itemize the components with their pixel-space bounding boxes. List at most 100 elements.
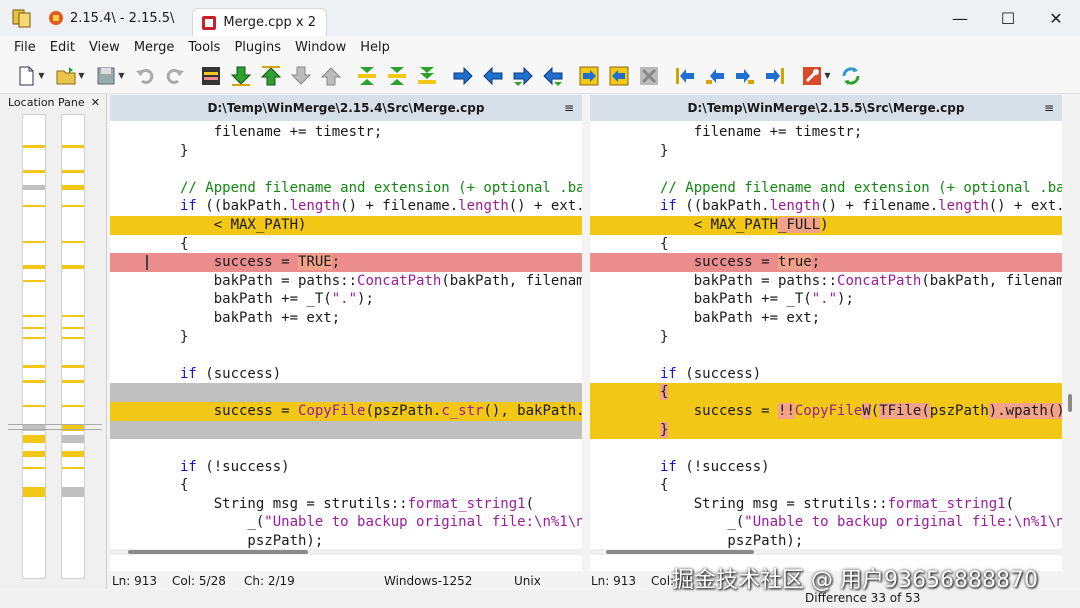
copy-to-right-button[interactable] (732, 63, 758, 89)
arrow-left-advance-icon (543, 66, 563, 86)
arrow-left-blue-icon (483, 66, 503, 85)
close-button[interactable]: ✕ (1032, 0, 1080, 36)
new-button[interactable]: ▼ (12, 63, 48, 89)
code-line: } (660, 328, 669, 345)
menu-tools[interactable]: Tools (181, 40, 227, 55)
arrow-up-green-icon (260, 65, 282, 85)
tab-folder-compare[interactable]: 2.15.4\ - 2.15.5\ (40, 4, 184, 32)
code-line-diff-selected: success = TRUE; (110, 253, 582, 272)
arrow-to-left-icon (706, 68, 724, 84)
copy-left-advance-button[interactable] (540, 63, 566, 89)
new-document-icon (19, 66, 34, 85)
options-button[interactable]: ▼ (798, 63, 834, 89)
left-diff-pane[interactable]: D:\Temp\WinMerge\2.15.4\Src\Merge.cpp ≡ … (110, 95, 582, 571)
copy-all-right-button[interactable] (576, 63, 602, 89)
code-line: pszPath); (180, 533, 324, 549)
menu-merge[interactable]: Merge (127, 40, 182, 55)
wrench-icon (803, 66, 822, 85)
code-line: bakPath = paths::ConcatPath(bakPath, fil… (180, 272, 582, 289)
last-difference-button[interactable] (414, 63, 440, 89)
text-caret (146, 255, 148, 271)
refresh-button[interactable] (838, 63, 864, 89)
prev-diff-up-button[interactable] (258, 63, 284, 89)
first-difference-button[interactable] (354, 63, 380, 89)
menu-bar: File Edit View Merge Tools Plugins Windo… (0, 36, 1080, 58)
code-line: pszPath); (660, 533, 804, 549)
undo-button[interactable] (132, 63, 158, 89)
right-horizontal-scrollbar[interactable] (590, 549, 1062, 555)
right-file-path-header: D:\Temp\WinMerge\2.15.5\Src\Merge.cpp ≡ (590, 95, 1062, 121)
menu-plugins[interactable]: Plugins (227, 40, 288, 55)
location-bar-right[interactable] (61, 114, 85, 579)
right-pane-menu-icon[interactable]: ≡ (1044, 101, 1054, 115)
location-pane-title: Location Pane (8, 95, 85, 109)
menu-view[interactable]: View (82, 40, 127, 55)
current-difference-button[interactable] (384, 63, 410, 89)
code-line: if (success) (660, 365, 762, 382)
open-button[interactable]: ▼ (52, 63, 88, 89)
left-status-line: Ln: 913 (112, 574, 158, 588)
filter-button[interactable] (198, 63, 224, 89)
left-bar-arrow-icon (676, 67, 694, 84)
all-left-icon (609, 66, 629, 85)
title-bar: 2.15.4\ - 2.15.5\ Merge.cpp x 2 — ☐ ✕ (0, 0, 1080, 36)
copy-all-left-button[interactable] (606, 63, 632, 89)
save-button[interactable]: ▼ (92, 63, 128, 89)
filter-grid-icon (202, 66, 220, 85)
menu-help[interactable]: Help (353, 40, 397, 55)
last-diff-button[interactable] (288, 63, 314, 89)
left-pane-menu-icon[interactable]: ≡ (564, 101, 574, 115)
code-line-diff: { (590, 383, 1062, 402)
location-pane-close-button[interactable]: ✕ (91, 96, 100, 109)
left-horizontal-scrollbar[interactable] (110, 549, 582, 555)
code-line-missing (110, 420, 582, 440)
copy-right-button[interactable] (450, 63, 476, 89)
tab-file-compare[interactable]: Merge.cpp x 2 (192, 8, 328, 36)
right-diff-pane[interactable]: D:\Temp\WinMerge\2.15.5\Src\Merge.cpp ≡ … (590, 95, 1062, 571)
toolbar: ▼ ▼ ▼ ▼ (0, 58, 1080, 94)
winmerge-app-icon (12, 9, 31, 28)
location-bar-left[interactable] (22, 114, 46, 579)
code-line: _("Unable to backup original file:\n%1\n (660, 514, 1062, 531)
code-line-diff: < MAX_PATH_FULL) (590, 215, 1062, 235)
open-folder-icon (56, 66, 76, 84)
right-status-line: Ln: 913 (591, 574, 637, 588)
code-line: } (660, 142, 669, 159)
location-viewport-indicator[interactable] (8, 424, 102, 430)
redo-button[interactable] (162, 63, 188, 89)
copy-left-button[interactable] (480, 63, 506, 89)
code-line: // Append filename and extension (+ opti… (180, 179, 582, 196)
menu-window[interactable]: Window (288, 40, 353, 55)
minimize-button[interactable]: — (936, 0, 984, 36)
swap-panes-button[interactable] (636, 63, 662, 89)
copy-right-advance-button[interactable] (510, 63, 536, 89)
left-code-view[interactable]: filename += timestr; } // Append filenam… (110, 123, 582, 549)
right-code-view[interactable]: filename += timestr; } // Append filenam… (590, 123, 1062, 549)
code-line: String msg = strutils::format_string1( (660, 495, 1015, 512)
copy-from-left-button[interactable] (672, 63, 698, 89)
maximize-button[interactable]: ☐ (984, 0, 1032, 36)
code-line: } (180, 328, 189, 345)
vertical-scrollbar[interactable] (1066, 120, 1074, 550)
code-line-diff-selected: success = true; (590, 253, 1062, 272)
code-line-diff: < MAX_PATH) (110, 215, 582, 235)
code-line: } (180, 142, 189, 159)
copy-from-right-button[interactable] (762, 63, 788, 89)
left-status-col: Col: 5/28 (172, 574, 226, 588)
first-diff-button[interactable] (318, 63, 344, 89)
code-line: bakPath += ext; (660, 309, 821, 326)
code-line: if ((bakPath.length() + filename.length(… (180, 198, 582, 215)
left-status-encoding: Windows-1252 (384, 574, 473, 588)
copy-to-left-button[interactable] (702, 63, 728, 89)
next-diff-down-button[interactable] (228, 63, 254, 89)
code-line-diff: success = !!CopyFileW(TFile(pszPath).wpa… (590, 401, 1062, 421)
menu-edit[interactable]: Edit (43, 40, 82, 55)
code-line: if (!success) (660, 458, 770, 475)
arrow-to-right-icon (736, 68, 754, 84)
menu-file[interactable]: File (0, 40, 43, 55)
code-line: if (success) (180, 365, 282, 382)
